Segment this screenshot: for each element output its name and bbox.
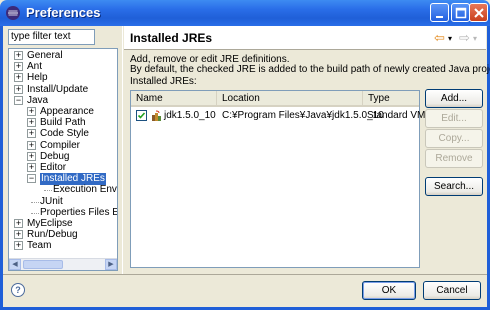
description-line-2: By default, the checked JRE is added to … xyxy=(130,64,490,75)
tree-item-label: General xyxy=(27,50,63,61)
tree-item-label: Debug xyxy=(40,150,70,162)
minimize-button[interactable] xyxy=(430,3,449,22)
tree-item-label: Build Path xyxy=(40,117,86,129)
search-button[interactable]: Search... xyxy=(425,177,483,196)
tree-horizontal-scrollbar[interactable]: ◀ ▶ xyxy=(9,258,117,270)
tree-item-ant[interactable]: + Ant xyxy=(9,61,117,73)
tree-item-editor[interactable]: + Editor xyxy=(9,162,117,174)
back-arrow-icon[interactable]: ⇦ xyxy=(434,30,445,46)
forward-arrow-icon[interactable]: ⇨ xyxy=(459,30,470,46)
minimize-icon xyxy=(436,16,443,18)
eclipse-icon xyxy=(6,6,20,20)
back-menu-chevron-icon[interactable]: ▾ xyxy=(448,34,452,43)
scroll-left-icon[interactable]: ◀ xyxy=(9,259,21,270)
expand-icon[interactable]: + xyxy=(14,73,23,83)
header-divider xyxy=(124,49,486,50)
tree-item-label: MyEclipse xyxy=(27,218,73,229)
expand-icon[interactable]: + xyxy=(14,241,23,251)
add-button[interactable]: Add... xyxy=(425,89,483,108)
expand-icon[interactable]: + xyxy=(27,151,36,161)
expand-icon[interactable]: + xyxy=(27,163,36,172)
tree-item-label: Code Style xyxy=(40,128,89,140)
tree-item-debug[interactable]: + Debug xyxy=(9,151,117,163)
tree-item-label: Help xyxy=(27,72,48,84)
jre-location: C:¥Program Files¥Java¥jdk1.5.0_10 xyxy=(222,110,384,121)
tree-item-label: Compiler xyxy=(40,139,81,151)
tree-item-compiler[interactable]: + Compiler xyxy=(9,140,117,152)
tree-item-team[interactable]: + Team xyxy=(9,240,117,252)
collapse-icon[interactable]: − xyxy=(27,174,36,184)
remove-button[interactable]: Remove xyxy=(425,149,483,168)
cancel-button[interactable]: Cancel xyxy=(423,281,481,300)
jre-name: jdk1.5.0_10 xyxy=(164,110,216,121)
tree-connector xyxy=(31,201,39,203)
expand-icon[interactable]: + xyxy=(14,230,23,240)
collapse-icon[interactable]: − xyxy=(14,95,23,105)
page-title: Installed JREs xyxy=(130,31,213,45)
tree-item-java[interactable]: − Java xyxy=(9,95,117,107)
close-icon xyxy=(474,8,484,18)
jre-type: Standard VM xyxy=(367,110,426,121)
tree-item-label: Install/Update xyxy=(27,83,89,95)
forward-menu-chevron-icon[interactable]: ▾ xyxy=(473,34,477,43)
tree-item-label: Appearance xyxy=(40,106,94,117)
table-row[interactable]: jdk1.5.0_10 C:¥Program Files¥Java¥jdk1.5… xyxy=(131,109,425,123)
expand-icon[interactable]: + xyxy=(27,129,36,139)
expand-icon[interactable]: + xyxy=(14,51,23,60)
expand-icon[interactable]: + xyxy=(27,118,36,128)
column-header-type[interactable]: Type xyxy=(363,91,419,107)
footer-divider xyxy=(3,274,487,275)
tree-item-label: Java xyxy=(27,94,49,106)
tree-item-label: Properties Files Edi xyxy=(40,206,117,218)
expand-icon[interactable]: + xyxy=(27,107,36,116)
panel-divider[interactable] xyxy=(122,26,123,274)
tree-item-label: Editor xyxy=(40,162,67,173)
expand-icon[interactable]: + xyxy=(14,62,23,72)
maximize-button[interactable] xyxy=(451,3,470,22)
tree-connector xyxy=(31,212,39,214)
expand-icon[interactable]: + xyxy=(27,140,36,150)
tree-item-install-update[interactable]: + Install/Update xyxy=(9,84,117,96)
window-title: Preferences xyxy=(26,5,101,20)
tree-item-execution-enviro[interactable]: Execution Enviro xyxy=(9,184,117,196)
ok-button[interactable]: OK xyxy=(362,281,416,300)
tree-connector xyxy=(44,190,52,192)
scroll-right-icon[interactable]: ▶ xyxy=(105,259,117,270)
close-button[interactable] xyxy=(469,3,488,22)
jre-table[interactable]: Name Location Type jdk1.5.0_10 C:¥Progra… xyxy=(130,90,425,268)
page-header: Installed JREs ⇦ ▾ ⇨ ▾ xyxy=(124,26,486,49)
tree-item-label: Run/Debug xyxy=(27,229,78,241)
tree-item-label: Execution Enviro xyxy=(53,184,117,196)
help-icon[interactable]: ? xyxy=(11,283,25,297)
edit-button[interactable]: Edit... xyxy=(425,109,483,128)
installed-jres-label: Installed JREs: xyxy=(130,76,197,87)
title-bar[interactable]: Preferences xyxy=(0,0,490,26)
tree-item-help[interactable]: + Help xyxy=(9,72,117,84)
filter-input[interactable]: type filter text xyxy=(8,29,95,45)
tree-item-appearance[interactable]: + Appearance xyxy=(9,106,117,118)
scroll-thumb[interactable] xyxy=(23,260,63,269)
tree-item-label: Installed JREs xyxy=(40,173,106,186)
checkmark-icon xyxy=(137,112,146,119)
copy-button[interactable]: Copy... xyxy=(425,129,483,148)
tree-item-build-path[interactable]: + Build Path xyxy=(9,117,117,129)
jre-library-icon xyxy=(152,110,161,121)
tree-item-label: Team xyxy=(27,240,52,252)
column-header-location[interactable]: Location xyxy=(217,91,363,107)
tree-item-label: Ant xyxy=(27,61,43,73)
jre-checkbox[interactable] xyxy=(136,110,147,121)
tree-item-code-style[interactable]: + Code Style xyxy=(9,128,117,140)
expand-icon[interactable]: + xyxy=(14,84,23,94)
column-header-name[interactable]: Name xyxy=(131,91,217,107)
tree-item-properties-files-edi[interactable]: Properties Files Edi xyxy=(9,207,117,219)
tree-item-myeclipse[interactable]: + MyEclipse xyxy=(9,218,117,230)
tree-item-label: JUnit xyxy=(40,195,63,207)
tree-item-run-debug[interactable]: + Run/Debug xyxy=(9,229,117,241)
expand-icon[interactable]: + xyxy=(14,219,23,228)
preference-tree[interactable]: ◀ ▶ + General + Ant + Help + Install/Update − Jav… xyxy=(8,48,118,271)
tree-item-general[interactable]: + General xyxy=(9,50,117,62)
tree-item-installed-jres[interactable]: − Installed JREs xyxy=(9,173,117,186)
tree-item-junit[interactable]: JUnit xyxy=(9,196,117,208)
